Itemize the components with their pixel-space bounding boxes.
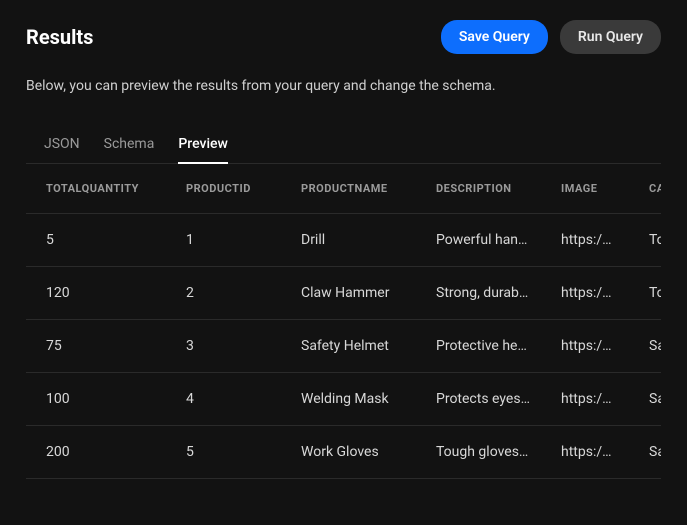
cell-totalquantity: 5 <box>26 214 166 267</box>
cell-totalquantity: 120 <box>26 267 166 320</box>
col-header-productname[interactable]: PRODUCTNAME <box>281 164 416 214</box>
cell-description: Protects eyes … <box>416 373 541 426</box>
header: Results Save Query Run Query <box>26 20 661 54</box>
cell-productname: Safety Helmet <box>281 320 416 373</box>
col-header-productid[interactable]: PRODUCTID <box>166 164 281 214</box>
cell-category: Safety <box>629 320 661 373</box>
cell-totalquantity: 200 <box>26 426 166 479</box>
cell-image: https:/… <box>541 267 629 320</box>
cell-image: https:/… <box>541 214 629 267</box>
page-title: Results <box>26 25 93 49</box>
table-row[interactable]: 120 2 Claw Hammer Strong, durab… https:/… <box>26 267 661 320</box>
tabs: JSON Schema Preview <box>26 126 661 164</box>
cell-productid: 5 <box>166 426 281 479</box>
cell-totalquantity: 75 <box>26 320 166 373</box>
cell-category: Safety <box>629 426 661 479</box>
tab-json[interactable]: JSON <box>44 126 80 164</box>
cell-description: Strong, durab… <box>416 267 541 320</box>
cell-productname: Drill <box>281 214 416 267</box>
cell-productid: 1 <box>166 214 281 267</box>
table-row[interactable]: 200 5 Work Gloves Tough gloves … https:/… <box>26 426 661 479</box>
run-query-button[interactable]: Run Query <box>560 20 661 54</box>
table-header-row: TOTALQUANTITY PRODUCTID PRODUCTNAME DESC… <box>26 164 661 214</box>
col-header-description[interactable]: DESCRIPTION <box>416 164 541 214</box>
header-actions: Save Query Run Query <box>441 20 661 54</box>
table-row[interactable]: 100 4 Welding Mask Protects eyes … https… <box>26 373 661 426</box>
cell-image: https:/… <box>541 426 629 479</box>
save-query-button[interactable]: Save Query <box>441 20 548 54</box>
cell-description: Powerful han… <box>416 214 541 267</box>
cell-productid: 2 <box>166 267 281 320</box>
cell-category: Tools <box>629 267 661 320</box>
col-header-image[interactable]: IMAGE <box>541 164 629 214</box>
cell-productname: Welding Mask <box>281 373 416 426</box>
cell-description: Tough gloves … <box>416 426 541 479</box>
cell-productid: 4 <box>166 373 281 426</box>
results-table-wrapper[interactable]: TOTALQUANTITY PRODUCTID PRODUCTNAME DESC… <box>26 164 661 479</box>
cell-productname: Claw Hammer <box>281 267 416 320</box>
cell-image: https:/… <box>541 373 629 426</box>
cell-image: https:/… <box>541 320 629 373</box>
cell-totalquantity: 100 <box>26 373 166 426</box>
table-row[interactable]: 5 1 Drill Powerful han… https:/… Tools <box>26 214 661 267</box>
results-description: Below, you can preview the results from … <box>26 78 661 94</box>
cell-productname: Work Gloves <box>281 426 416 479</box>
cell-category: Tools <box>629 214 661 267</box>
col-header-totalquantity[interactable]: TOTALQUANTITY <box>26 164 166 214</box>
cell-category: Safety <box>629 373 661 426</box>
results-table: TOTALQUANTITY PRODUCTID PRODUCTNAME DESC… <box>26 164 661 479</box>
cell-description: Protective he… <box>416 320 541 373</box>
tab-preview[interactable]: Preview <box>178 126 228 164</box>
table-row[interactable]: 75 3 Safety Helmet Protective he… https:… <box>26 320 661 373</box>
tab-schema[interactable]: Schema <box>104 126 155 164</box>
cell-productid: 3 <box>166 320 281 373</box>
col-header-category[interactable]: CATEGORY <box>629 164 661 214</box>
